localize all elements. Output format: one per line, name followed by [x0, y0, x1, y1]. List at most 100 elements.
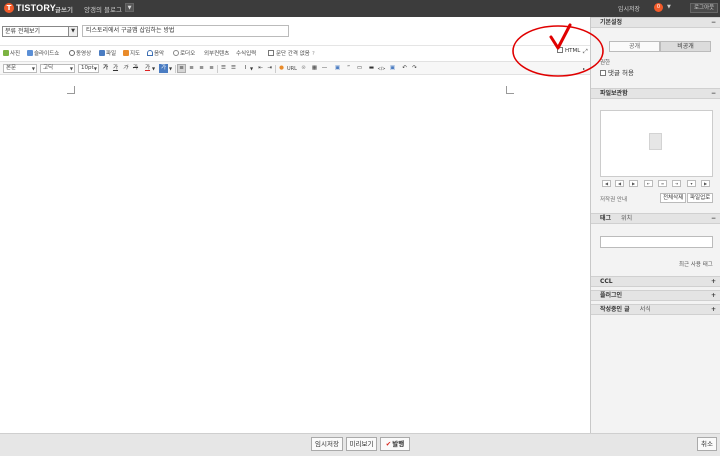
- paragraph-style-select[interactable]: 본문 ▼: [3, 64, 37, 73]
- quote-icon[interactable]: “: [344, 64, 353, 73]
- external-content-button[interactable]: 외부컨텐츠: [204, 49, 229, 57]
- blog-name-link[interactable]: 양갱의 블로그: [84, 4, 122, 14]
- underline-icon[interactable]: 가: [111, 64, 120, 73]
- ccl-header[interactable]: CCL +: [591, 276, 720, 287]
- font-family-select[interactable]: 고딕 ▼: [40, 64, 75, 73]
- basic-settings-header[interactable]: 기본설정 −: [591, 17, 720, 28]
- help-icon[interactable]: ?: [312, 51, 315, 57]
- unlink-icon[interactable]: ⊗: [299, 64, 308, 73]
- attach-insert-icon[interactable]: ▾: [687, 180, 696, 187]
- attach-first-icon[interactable]: ◀: [602, 180, 611, 187]
- checkmark-icon: ✔: [385, 440, 392, 448]
- visibility-private-tab[interactable]: 비공개: [660, 41, 711, 52]
- editor-content-area[interactable]: [0, 76, 590, 433]
- paragraph-spacing-checkbox[interactable]: [268, 50, 274, 56]
- copyright-info-link[interactable]: 저작권 안내: [600, 195, 627, 203]
- visibility-tabs: 공개 비공개: [609, 41, 713, 52]
- code-icon[interactable]: </>: [377, 64, 386, 73]
- bold-icon[interactable]: 가: [101, 64, 110, 73]
- file-button[interactable]: 파일: [99, 49, 116, 57]
- collapse-icon[interactable]: −: [711, 89, 716, 98]
- attach-last-icon[interactable]: ▶: [701, 180, 710, 187]
- align-center-icon[interactable]: ≡: [187, 64, 196, 73]
- expand-icon[interactable]: +: [711, 305, 716, 314]
- attachments-header[interactable]: 파일보관함 −: [591, 88, 720, 99]
- numbered-list-icon[interactable]: ☰: [229, 64, 238, 73]
- attach-left-icon[interactable]: ⇤: [644, 180, 653, 187]
- recent-tags-link[interactable]: 최근 사용 태그: [679, 260, 713, 268]
- music-button[interactable]: 음악: [147, 49, 164, 57]
- cancel-button[interactable]: 취소: [697, 437, 717, 451]
- post-title-input[interactable]: 티스토리에서 구글맵 삽입하는 방법: [82, 25, 289, 37]
- paragraph-spacing-option[interactable]: 문단 간격 없음?: [268, 49, 315, 57]
- indent-icon[interactable]: ⇥: [265, 64, 274, 73]
- visibility-public-tab[interactable]: 공개: [609, 41, 660, 52]
- delete-all-button[interactable]: 전체삭제: [660, 193, 687, 203]
- expand-icon[interactable]: +: [711, 277, 716, 286]
- emoticon-icon[interactable]: ▣: [333, 64, 342, 73]
- redo-icon[interactable]: ↷: [410, 64, 419, 73]
- file-upload-button[interactable]: 파일업로: [687, 193, 714, 203]
- special-char-icon[interactable]: ▭: [355, 64, 364, 73]
- italic-icon[interactable]: 가: [121, 64, 130, 73]
- attach-next-icon[interactable]: ▶: [629, 180, 638, 187]
- autosave-button[interactable]: 임시저장: [311, 437, 343, 451]
- attachment-controls: ◀ ◀ ▶ ⇤ ≡ ⇥ ▾ ▶: [600, 180, 713, 187]
- bullet-list-icon[interactable]: ☰: [219, 64, 228, 73]
- location-tab[interactable]: 위치: [621, 215, 632, 222]
- font-size-select[interactable]: 10pt ▼: [78, 64, 99, 73]
- margin-guide-left: [67, 86, 75, 94]
- slideshow-button[interactable]: 슬라이드쇼: [27, 49, 59, 57]
- link-icon[interactable]: ●: [277, 64, 286, 73]
- map-icon: [123, 50, 129, 56]
- format-toolbar: 본문 ▼ 고딕 ▼ 10pt ▼ 가 가 가 가 가 ▼ 가 ▼ ≡ ≡ ≡ ≡ ☰ …: [0, 61, 590, 75]
- chevron-down-icon: ▼: [69, 66, 73, 71]
- collapse-icon[interactable]: −: [711, 214, 716, 223]
- align-right-icon[interactable]: ≡: [197, 64, 206, 73]
- align-left-icon[interactable]: ≡: [177, 64, 186, 73]
- horizontal-rule-icon[interactable]: —: [320, 64, 329, 73]
- preview-button[interactable]: 미리보기: [346, 437, 377, 451]
- video-button[interactable]: 동영상: [69, 49, 91, 57]
- format-tab[interactable]: 서식: [640, 306, 651, 313]
- attach-prev-icon[interactable]: ◀: [615, 180, 624, 187]
- logout-button[interactable]: 로그아웃: [690, 3, 719, 13]
- location-icon: [173, 50, 179, 56]
- autosave-status-link[interactable]: 임시저장: [618, 4, 640, 13]
- publish-button[interactable]: ✔발행: [380, 437, 410, 451]
- url-button[interactable]: URL: [287, 66, 297, 72]
- tistory-logo-icon[interactable]: T: [4, 3, 14, 13]
- plugin-header[interactable]: 플러그인 +: [591, 290, 720, 301]
- photo-button[interactable]: 사진: [3, 49, 20, 57]
- collapse-icon[interactable]: −: [711, 18, 716, 27]
- brand-name[interactable]: TISTORY: [16, 3, 56, 13]
- table-icon[interactable]: ▦: [310, 64, 319, 73]
- drafts-header[interactable]: 작성중인 글 서식 +: [591, 304, 720, 315]
- formula-button[interactable]: 수식입력: [236, 49, 256, 57]
- outdent-icon[interactable]: ⇤: [256, 64, 265, 73]
- attach-center-icon[interactable]: ≡: [658, 180, 667, 187]
- map-button[interactable]: 지도: [123, 49, 140, 57]
- strikethrough-icon[interactable]: 가: [131, 64, 140, 73]
- document-icon: [649, 133, 662, 150]
- chevron-down-icon[interactable]: ▼: [249, 64, 254, 73]
- tag-input[interactable]: [600, 236, 713, 248]
- annotation-checkmark-icon: [549, 23, 572, 50]
- location-button[interactable]: 로더오: [173, 49, 195, 57]
- tag-header[interactable]: 태그 위치 −: [591, 213, 720, 224]
- insert-toolbar: 사진 슬라이드쇼 동영상 파일 지도 음악 로더오 외부컨텐츠 수식입력 문단 …: [0, 45, 590, 58]
- expand-icon[interactable]: +: [711, 291, 716, 300]
- more-icon[interactable]: ▬: [367, 64, 376, 73]
- category-select[interactable]: 분류 전체보기 ▼: [2, 26, 78, 37]
- autosave-dropdown-icon[interactable]: ▼: [667, 4, 671, 10]
- annotation-circle-highlight: [512, 23, 604, 77]
- chevron-down-icon[interactable]: ▼: [151, 64, 156, 73]
- chevron-down-icon[interactable]: ▼: [168, 64, 173, 73]
- spellcheck-icon[interactable]: ▣: [388, 64, 397, 73]
- align-justify-icon[interactable]: ≡: [207, 64, 216, 73]
- chevron-down-icon: ▼: [93, 66, 97, 71]
- attach-right-icon[interactable]: ⇥: [672, 180, 681, 187]
- blog-dropdown-icon[interactable]: ▼: [125, 3, 134, 12]
- background-color-icon[interactable]: 가: [159, 64, 168, 73]
- undo-icon[interactable]: ↶: [400, 64, 409, 73]
